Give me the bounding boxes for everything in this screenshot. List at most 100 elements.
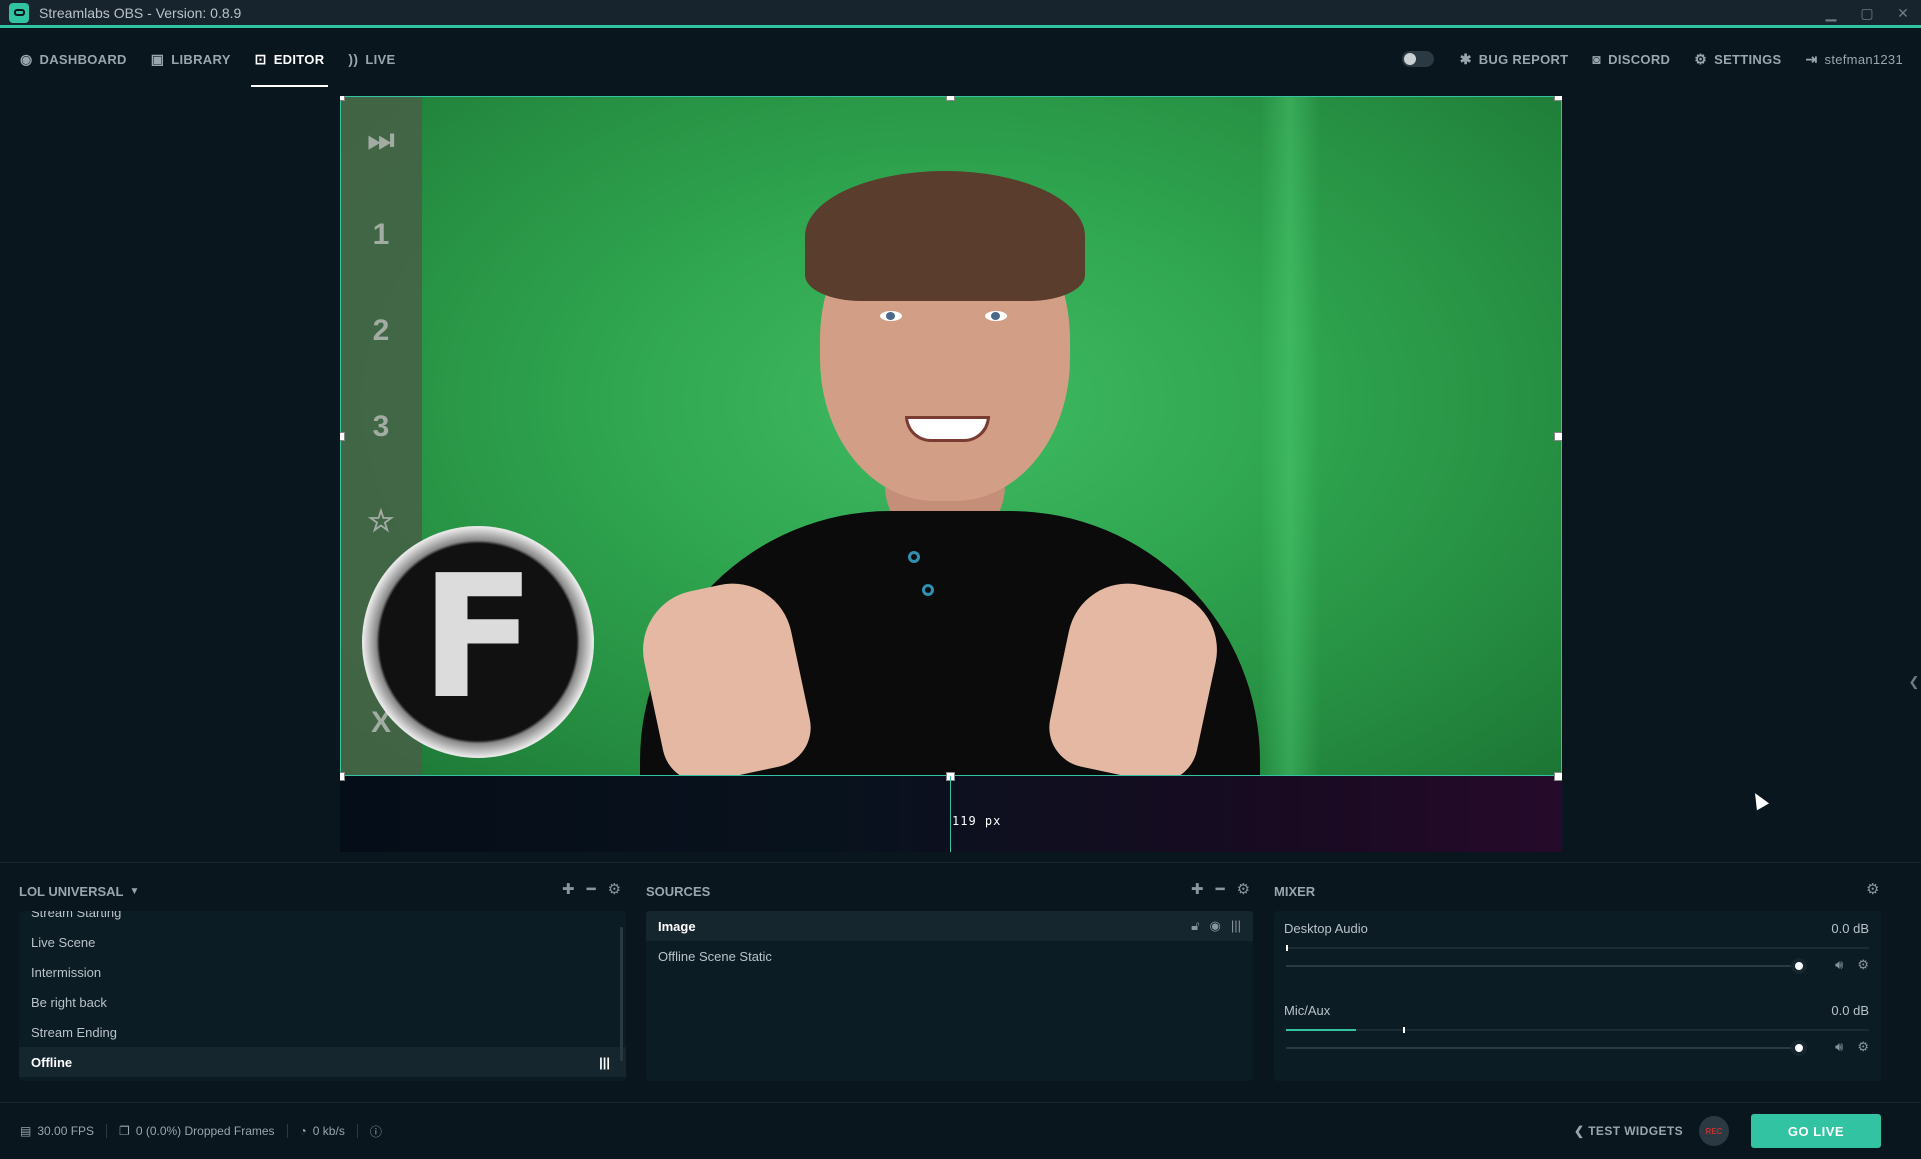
channel-logo: F (362, 526, 594, 758)
lock-icon[interactable]: 🔓︎ (1191, 918, 1199, 934)
frames-icon: ❐ (119, 1124, 130, 1138)
preview-canvas[interactable]: ⏭ 1 2 3 ☆ X F 119 px (340, 96, 1562, 852)
scene-item[interactable]: Live Scene (19, 927, 626, 957)
go-live-button[interactable]: GO LIVE (1751, 1114, 1881, 1148)
resize-handle[interactable] (340, 432, 345, 441)
collapse-arrow-icon[interactable]: ❮ (1907, 647, 1921, 717)
remove-source-icon[interactable]: ━ (1216, 880, 1225, 898)
snap-guide-line (950, 776, 951, 852)
nav-label: DISCORD (1608, 51, 1671, 67)
scrollbar[interactable] (620, 927, 623, 1061)
resize-handle[interactable] (340, 96, 345, 101)
person-mouth (905, 416, 990, 442)
logo-letter: F (419, 539, 537, 737)
channel-settings-icon[interactable]: ⚙ (1857, 957, 1869, 973)
chevron-down-icon: ▼ (129, 885, 140, 897)
test-widgets-button[interactable]: ❮ TEST WIDGETS (1574, 1124, 1683, 1138)
source-list: Image 🔓︎ ◉ ||| Offline Scene Static (646, 911, 1253, 1081)
scene-item[interactable]: Stream Starting (19, 911, 626, 927)
volume-slider-knob[interactable] (1791, 958, 1807, 974)
scene-settings-icon[interactable]: ⚙ (608, 880, 621, 898)
resize-handle[interactable] (946, 96, 955, 101)
source-settings-icon[interactable]: ⚙ (1237, 880, 1250, 898)
mixer-tools: ⚙ (1866, 880, 1879, 898)
chevron-left-icon: ❮ (1573, 1124, 1589, 1138)
volume-slider[interactable] (1286, 958, 1807, 974)
mixer-settings-icon[interactable]: ⚙ (1866, 880, 1879, 898)
shirt-button (908, 551, 920, 563)
bitrate-value: 0 kb/s (312, 1124, 345, 1138)
nav-settings[interactable]: ⚙ SETTINGS (1682, 31, 1793, 87)
person-eye (985, 311, 1007, 321)
nav-library[interactable]: ▣ LIBRARY (139, 31, 243, 87)
dashboard-icon: ◉ (20, 50, 33, 67)
eye-icon[interactable]: ◉ (1210, 918, 1221, 934)
source-item-selected[interactable]: Image 🔓︎ ◉ ||| (646, 911, 1253, 941)
fps-stat: ▤ 30.00 FPS (0, 1124, 108, 1138)
person-hair (805, 171, 1085, 301)
nav-dashboard[interactable]: ◉ DASHBOARD (8, 31, 139, 87)
cpu-icon: ▤ (20, 1124, 32, 1138)
nav-user[interactable]: ⇥ stefman1231 (1794, 31, 1916, 87)
scene-item[interactable]: Be right back (19, 987, 626, 1017)
source-tools: ✚ ━ ⚙ (1191, 880, 1250, 898)
logout-icon: ⇥ (1805, 50, 1818, 67)
add-scene-icon[interactable]: ✚ (562, 880, 575, 898)
resize-handle[interactable] (340, 772, 345, 781)
source-item[interactable]: Offline Scene Static (646, 941, 1253, 971)
resize-handle[interactable] (1554, 772, 1562, 781)
editor-icon: ⊡ (254, 50, 267, 67)
strip-number: 1 (372, 218, 390, 251)
channel-icons: 🔊︎ ⚙ (1835, 1039, 1869, 1055)
channel-db: 0.0 dB (1831, 921, 1869, 936)
night-mode-toggle[interactable] (1401, 51, 1434, 67)
channel-name: Mic/Aux (1284, 1003, 1331, 1018)
maximize-icon[interactable]: ▢ (1849, 0, 1885, 26)
shirt-button (922, 584, 934, 596)
scene-item-selected[interactable]: Offline ||| (19, 1047, 626, 1077)
dropped-frames-stat: ❐ 0 (0.0%) Dropped Frames (107, 1124, 288, 1138)
close-icon[interactable]: ✕ (1885, 0, 1921, 26)
record-button[interactable]: REC (1699, 1116, 1729, 1146)
scene-collection-name: LOL UNIVERSAL (19, 883, 124, 899)
bitrate-stat: ◔ 0 kb/s (288, 1124, 358, 1138)
volume-meter (1286, 945, 1869, 951)
remove-scene-icon[interactable]: ━ (587, 880, 596, 898)
status-right: ❮ TEST WIDGETS REC GO LIVE (1574, 1114, 1881, 1148)
username: stefman1231 (1824, 51, 1903, 67)
speaker-icon[interactable]: 🔊︎ (1835, 957, 1843, 973)
drag-handle-icon[interactable]: ||| (1231, 918, 1241, 934)
channel-db: 0.0 dB (1831, 1003, 1869, 1018)
resize-handle[interactable] (1554, 432, 1562, 441)
background-highlight (1260, 96, 1320, 776)
title-bar: Streamlabs OBS - Version: 0.8.9 ▁ ▢ ✕ (0, 0, 1921, 28)
fps-value: 30.00 FPS (37, 1124, 95, 1138)
minimize-icon[interactable]: ▁ (1813, 0, 1849, 26)
webcam-video[interactable]: ⏭ 1 2 3 ☆ X F (340, 96, 1562, 776)
nav-bug-report[interactable]: ✱ BUG REPORT (1448, 31, 1581, 87)
channel-settings-icon[interactable]: ⚙ (1857, 1039, 1869, 1055)
streamlabs-logo-icon (9, 2, 29, 23)
mixer-title: MIXER (1274, 883, 1316, 899)
snap-guide-label: 119 px (952, 814, 1002, 828)
volume-slider[interactable] (1286, 1040, 1807, 1056)
sources-title: SOURCES (646, 883, 711, 899)
add-source-icon[interactable]: ✚ (1191, 880, 1204, 898)
scene-list: Stream Starting Live Scene Intermission … (19, 911, 626, 1081)
drag-handle-icon[interactable]: ||| (599, 1055, 610, 1070)
nav-label: EDITOR (273, 51, 325, 67)
nav-label: SETTINGS (1714, 51, 1782, 67)
speaker-icon[interactable]: 🔊︎ (1835, 1039, 1843, 1055)
info-icon[interactable]: ⓘ (358, 1124, 394, 1139)
scene-collection-selector[interactable]: LOL UNIVERSAL ▼ (19, 881, 139, 901)
scene-item[interactable]: Intermission (19, 957, 626, 987)
scene-item[interactable]: Stream Ending (19, 1017, 626, 1047)
bottom-panels: LOL UNIVERSAL ▼ ✚ ━ ⚙ Stream Starting Li… (0, 862, 1921, 1102)
nav-live[interactable]: )) LIVE (336, 31, 407, 87)
resize-handle[interactable] (1554, 96, 1562, 101)
window-controls: ▁ ▢ ✕ (1813, 0, 1921, 26)
nav-label: DASHBOARD (39, 51, 127, 67)
nav-editor[interactable]: ⊡ EDITOR (243, 31, 337, 87)
nav-discord[interactable]: ◙ DISCORD (1580, 31, 1682, 87)
volume-slider-knob[interactable] (1791, 1040, 1807, 1056)
